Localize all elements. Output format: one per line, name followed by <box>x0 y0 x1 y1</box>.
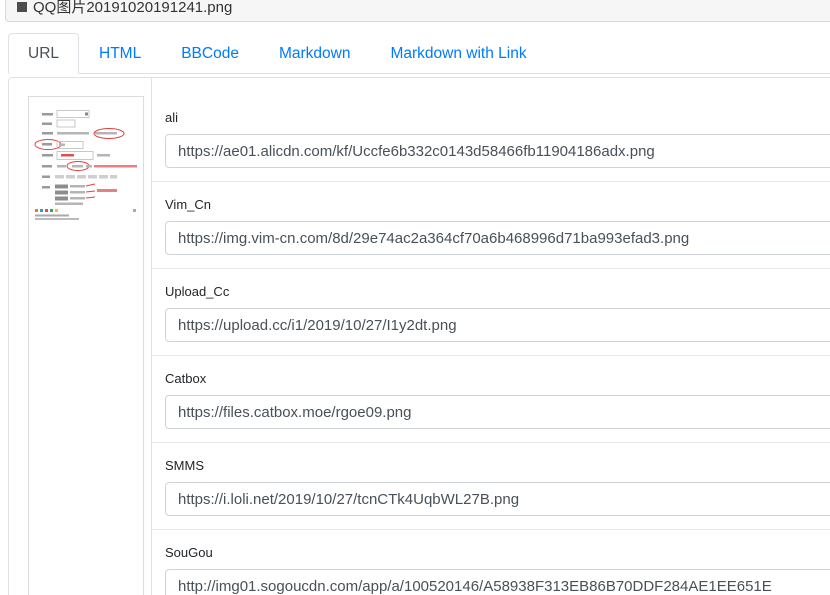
url-tab-panel: ali Vim_Cn Upload_Cc Catbox SMMS <box>8 77 830 595</box>
field-group-vim-cn: Vim_Cn <box>152 182 830 268</box>
uploaded-file-bar[interactable]: QQ图片20191020191241.png <box>5 0 830 22</box>
tab-url[interactable]: URL <box>8 33 79 74</box>
field-group-ali: ali <box>152 95 830 181</box>
url-input-upload-cc[interactable] <box>165 308 830 342</box>
url-input-vim-cn[interactable] <box>165 221 830 255</box>
url-input-sougou[interactable] <box>165 569 830 595</box>
tab-markdown-with-link[interactable]: Markdown with Link <box>370 33 546 73</box>
field-group-smms: SMMS <box>152 443 830 529</box>
field-group-upload-cc: Upload_Cc <box>152 269 830 355</box>
field-label-catbox: Catbox <box>165 372 830 386</box>
thumbnail-sketch <box>33 102 139 220</box>
url-input-ali[interactable] <box>165 134 830 168</box>
url-input-catbox[interactable] <box>165 395 830 429</box>
uploaded-image-thumbnail[interactable] <box>28 96 144 595</box>
thumbnail-column <box>9 78 152 595</box>
tab-bbcode[interactable]: BBCode <box>161 33 259 73</box>
url-input-smms[interactable] <box>165 482 830 516</box>
field-label-smms: SMMS <box>165 459 830 473</box>
format-tabs: URL HTML BBCode Markdown Markdown with L… <box>8 33 830 74</box>
field-label-sougou: SouGou <box>165 546 830 560</box>
image-file-icon <box>17 2 27 12</box>
field-label-upload-cc: Upload_Cc <box>165 285 830 299</box>
tab-html[interactable]: HTML <box>79 33 161 73</box>
tab-markdown[interactable]: Markdown <box>259 33 371 73</box>
url-fields: ali Vim_Cn Upload_Cc Catbox SMMS <box>152 78 830 595</box>
field-group-sougou: SouGou <box>152 530 830 595</box>
field-label-ali: ali <box>165 111 830 125</box>
uploaded-file-name: QQ图片20191020191241.png <box>33 0 232 15</box>
field-group-catbox: Catbox <box>152 356 830 442</box>
page: QQ图片20191020191241.png URL HTML BBCode M… <box>0 0 830 595</box>
field-label-vim-cn: Vim_Cn <box>165 198 830 212</box>
